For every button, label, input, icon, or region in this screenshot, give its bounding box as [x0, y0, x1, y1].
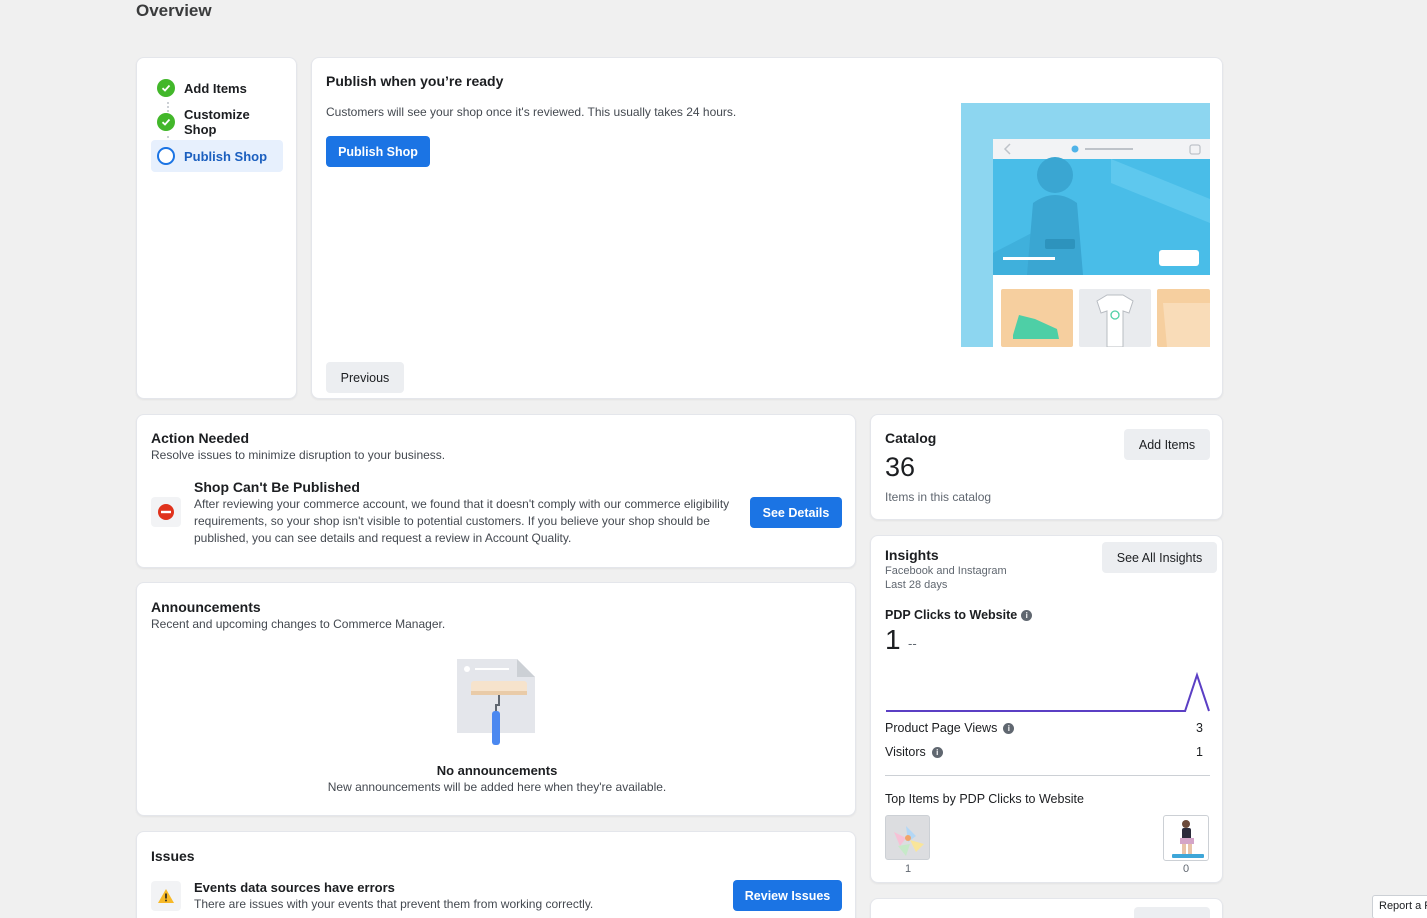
previous-button[interactable]: Previous	[326, 362, 404, 393]
review-issues-button[interactable]: Review Issues	[733, 880, 842, 911]
issue-item-title: Events data sources have errors	[194, 880, 395, 895]
insights-period: Last 28 days	[885, 579, 948, 591]
publish-description: Customers will see your shop once it's r…	[326, 105, 737, 119]
top-item-value: 0	[1183, 863, 1190, 875]
empty-circle-icon	[157, 147, 175, 165]
no-announcements-text: New announcements will be added here whe…	[327, 780, 667, 794]
report-problem-button[interactable]: Report a Problem	[1372, 895, 1427, 918]
announcements-title: Announcements	[151, 599, 261, 615]
issue-description: After reviewing your commerce account, w…	[194, 497, 730, 545]
catalog-card: Catalog 36 Items in this catalog Add Ite…	[870, 414, 1223, 520]
paint-roller-illustration	[455, 657, 537, 747]
info-icon[interactable]: i	[931, 747, 943, 759]
action-needed-title: Action Needed	[151, 430, 250, 446]
metric-value: 1	[885, 624, 901, 655]
announcements-subtitle: Recent and upcoming changes to Commerce …	[151, 617, 446, 631]
step-label: Add Items	[184, 80, 247, 96]
top-item-thumbnail[interactable]	[885, 815, 930, 860]
pdp-clicks-sparkline	[886, 671, 1210, 712]
warning-icon	[151, 881, 181, 911]
info-icon[interactable]: i	[1021, 610, 1033, 622]
row-label: Product Page Views	[885, 721, 998, 735]
step-add-items[interactable]: Add Items	[151, 72, 283, 104]
top-item-thumbnail[interactable]	[1163, 815, 1209, 861]
divider	[885, 775, 1210, 776]
catalog-count-label: Items in this catalog	[885, 490, 992, 504]
catalog-title: Catalog	[885, 430, 937, 446]
see-all-insights-button[interactable]: See All Insights	[1102, 542, 1217, 573]
announcements-card: Announcements Recent and upcoming change…	[136, 582, 856, 816]
info-icon[interactable]: i	[1003, 723, 1015, 735]
top-items-title: Top Items by PDP Clicks to Website	[885, 792, 1084, 806]
insights-source: Facebook and Instagram	[885, 565, 1007, 577]
issues-card: Issues Events data sources have errors T…	[136, 831, 856, 918]
step-publish-shop[interactable]: Publish Shop	[151, 140, 283, 172]
step-label: Customize Shop	[184, 107, 250, 137]
setup-steps-card: Add Items Customize Shop Publish Shop	[136, 57, 297, 399]
card-action-button[interactable]	[1134, 907, 1210, 918]
action-needed-subtitle: Resolve issues to minimize disruption to…	[151, 448, 446, 462]
insight-row-product-page-views: Product Page Views i	[885, 721, 1015, 735]
sales-channels-card	[870, 898, 1223, 918]
error-stop-icon	[151, 497, 181, 527]
action-needed-card: Action Needed Resolve issues to minimize…	[136, 414, 856, 568]
insights-card: Insights Facebook and Instagram Last 28 …	[870, 535, 1223, 883]
publish-shop-button[interactable]: Publish Shop	[326, 136, 430, 167]
metric-label-text: PDP Clicks to Website	[885, 608, 1018, 622]
insight-row-visitors: Visitors i	[885, 745, 943, 759]
issue-item-text: There are issues with your events that p…	[194, 897, 594, 911]
row-label: Visitors	[885, 745, 926, 759]
catalog-count: 36	[885, 452, 916, 482]
add-items-button[interactable]: Add Items	[1124, 429, 1210, 460]
top-item-value: 1	[905, 863, 912, 875]
row-value: 1	[1196, 745, 1203, 759]
step-label: Publish Shop	[184, 148, 268, 164]
issue-title: Shop Can't Be Published	[194, 479, 360, 495]
publish-title: Publish when you’re ready	[326, 73, 504, 89]
publish-card: Publish when you’re ready Customers will…	[311, 57, 1223, 399]
issues-title: Issues	[151, 848, 195, 864]
page-title: Overview	[136, 1, 212, 20]
see-details-button[interactable]: See Details	[750, 497, 842, 528]
check-circle-icon	[157, 79, 175, 97]
row-value: 3	[1196, 721, 1203, 735]
check-circle-icon	[157, 113, 175, 131]
metric-label: PDP Clicks to Website i	[885, 608, 1033, 622]
metric-change: --	[908, 636, 917, 651]
shop-preview-illustration	[961, 103, 1210, 347]
insights-title: Insights	[885, 547, 939, 563]
step-customize-shop[interactable]: Customize Shop	[151, 106, 283, 138]
sparkline-series-line	[886, 671, 1210, 712]
no-announcements-title: No announcements	[436, 763, 558, 778]
